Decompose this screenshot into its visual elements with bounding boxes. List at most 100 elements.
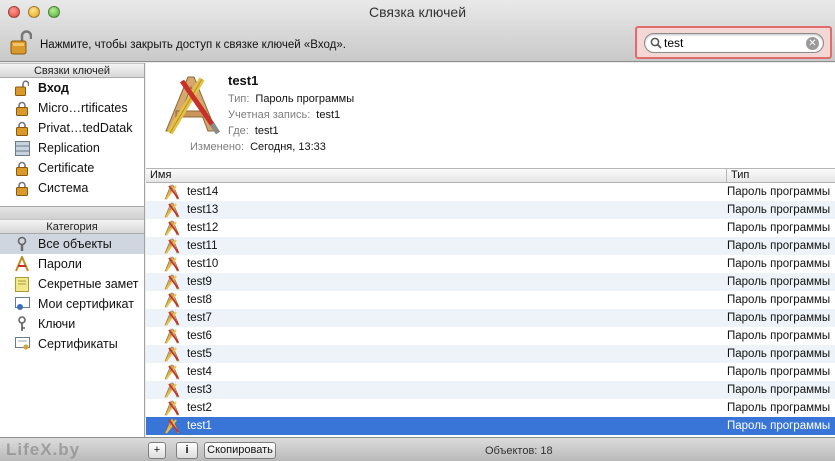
table-row[interactable]: test3 Пароль программы bbox=[146, 381, 835, 399]
application-password-icon bbox=[164, 382, 180, 398]
lock-open-icon bbox=[14, 80, 30, 96]
cell-name: test10 bbox=[146, 256, 727, 272]
lock-toggle-button[interactable] bbox=[10, 30, 33, 56]
category-item-label: Ключи bbox=[38, 317, 76, 331]
keychain-item-label: Micro…rtificates bbox=[38, 101, 128, 115]
password-icon bbox=[14, 256, 30, 272]
cell-type: Пароль программы bbox=[727, 384, 831, 396]
all-items-icon bbox=[14, 236, 30, 252]
clear-search-icon[interactable]: ✕ bbox=[806, 37, 819, 50]
detail-account-value: test1 bbox=[316, 109, 341, 121]
detail-where-label: Где: bbox=[228, 125, 249, 137]
category-item-label: Пароли bbox=[38, 257, 82, 271]
category-item[interactable]: Все объекты bbox=[0, 234, 144, 254]
cell-name: test13 bbox=[146, 202, 727, 218]
cell-name: test2 bbox=[146, 400, 727, 416]
row-name-text: test11 bbox=[187, 240, 218, 252]
certificate-icon bbox=[14, 336, 30, 352]
detail-where-row: Где: test1 bbox=[228, 125, 279, 137]
table-row[interactable]: test9 Пароль программы bbox=[146, 273, 835, 291]
application-password-icon bbox=[164, 202, 180, 218]
keychain-item[interactable]: Micro…rtificates bbox=[0, 98, 144, 118]
copy-button[interactable]: Скопировать bbox=[204, 442, 276, 459]
table-row[interactable]: test8 Пароль программы bbox=[146, 291, 835, 309]
table-row[interactable]: test7 Пароль программы bbox=[146, 309, 835, 327]
row-name-text: test8 bbox=[187, 294, 212, 306]
cell-name: test12 bbox=[146, 220, 727, 236]
table-row[interactable]: test2 Пароль программы bbox=[146, 399, 835, 417]
category-item[interactable]: Пароли bbox=[0, 254, 144, 274]
column-header-type[interactable]: Тип bbox=[727, 169, 835, 182]
category-item[interactable]: Секретные замет bbox=[0, 274, 144, 294]
lock-icon bbox=[14, 100, 30, 116]
detail-where-value: test1 bbox=[254, 125, 279, 137]
keychain-item[interactable]: Вход bbox=[0, 78, 144, 98]
cell-type: Пароль программы bbox=[727, 330, 831, 342]
table-row[interactable]: test14 Пароль программы bbox=[146, 183, 835, 201]
cell-type: Пароль программы bbox=[727, 240, 831, 252]
cell-name: test4 bbox=[146, 364, 727, 380]
sidebar-splitter[interactable] bbox=[0, 206, 144, 219]
sidebar: Связки ключей Вход Micro…rtificates Privat… bbox=[0, 63, 145, 450]
detail-modified-row: Изменено: Сегодня, 13:33 bbox=[190, 141, 326, 153]
object-count: Объектов: 18 bbox=[485, 445, 553, 457]
table-row[interactable]: test12 Пароль программы bbox=[146, 219, 835, 237]
cell-name: test14 bbox=[146, 184, 727, 200]
application-password-icon bbox=[164, 400, 180, 416]
application-password-icon bbox=[164, 346, 180, 362]
application-password-icon bbox=[164, 256, 180, 272]
keychain-item[interactable]: Система bbox=[0, 178, 144, 198]
row-name-text: test5 bbox=[187, 348, 212, 360]
row-name-text: test3 bbox=[187, 384, 212, 396]
add-item-button[interactable]: + bbox=[148, 442, 166, 459]
table-row[interactable]: test5 Пароль программы bbox=[146, 345, 835, 363]
detail-type-row: Тип: Пароль программы bbox=[228, 93, 354, 105]
search-field[interactable]: test ✕ bbox=[644, 33, 824, 53]
lock-icon bbox=[14, 120, 30, 136]
category-item[interactable]: Сертификаты bbox=[0, 334, 144, 354]
cell-name: test5 bbox=[146, 346, 727, 362]
cell-type: Пароль программы bbox=[727, 348, 831, 360]
keychain-item-label: Система bbox=[38, 181, 89, 195]
application-password-icon bbox=[164, 220, 180, 236]
application-password-icon bbox=[164, 274, 180, 290]
table-row[interactable]: test10 Пароль программы bbox=[146, 255, 835, 273]
cell-name: test7 bbox=[146, 310, 727, 326]
category-list: Все объекты Пароли Секретные замет Мои серт… bbox=[0, 234, 144, 450]
detail-modified-label: Изменено: bbox=[190, 141, 245, 153]
detail-account-row: Учетная запись: test1 bbox=[228, 109, 340, 121]
cell-type: Пароль программы bbox=[727, 402, 831, 414]
secure-note-icon bbox=[14, 276, 30, 292]
category-item-label: Секретные замет bbox=[38, 277, 139, 291]
search-input[interactable]: test bbox=[664, 36, 683, 50]
category-item[interactable]: Мои сертификат bbox=[0, 294, 144, 314]
detail-account-label: Учетная запись: bbox=[228, 109, 311, 121]
table-row[interactable]: test13 Пароль программы bbox=[146, 201, 835, 219]
info-button[interactable]: i bbox=[176, 442, 198, 459]
cell-name: test3 bbox=[146, 382, 727, 398]
table-row[interactable]: test6 Пароль программы bbox=[146, 327, 835, 345]
my-certificates-icon bbox=[14, 296, 30, 312]
table-row[interactable]: test11 Пароль программы bbox=[146, 237, 835, 255]
category-header: Категория bbox=[0, 219, 144, 234]
keychain-item[interactable]: Replication bbox=[0, 138, 144, 158]
application-password-icon bbox=[164, 328, 180, 344]
cell-type: Пароль программы bbox=[727, 258, 831, 270]
keychain-item-label: Replication bbox=[38, 141, 100, 155]
row-name-text: test1 bbox=[187, 420, 212, 432]
keychain-item[interactable]: Privat…tedDatak bbox=[0, 118, 144, 138]
keychain-item[interactable]: Certificate bbox=[0, 158, 144, 178]
table-row[interactable]: test4 Пароль программы bbox=[146, 363, 835, 381]
cell-type: Пароль программы bbox=[727, 276, 831, 288]
application-password-icon bbox=[164, 238, 180, 254]
detail-type-label: Тип: bbox=[228, 93, 250, 105]
column-header-name[interactable]: Имя bbox=[146, 169, 727, 182]
category-item[interactable]: Ключи bbox=[0, 314, 144, 334]
application-password-icon bbox=[164, 184, 180, 200]
category-item-label: Мои сертификат bbox=[38, 297, 134, 311]
cell-type: Пароль программы bbox=[727, 186, 831, 198]
bottom-bar: LifeX.by + i Скопировать Объектов: 18 bbox=[0, 437, 835, 461]
window-toolbar: Связка ключей Нажмите, чтобы закрыть дос… bbox=[0, 0, 835, 62]
key-icon bbox=[14, 316, 30, 332]
table-row[interactable]: test1 Пароль программы bbox=[146, 417, 835, 435]
